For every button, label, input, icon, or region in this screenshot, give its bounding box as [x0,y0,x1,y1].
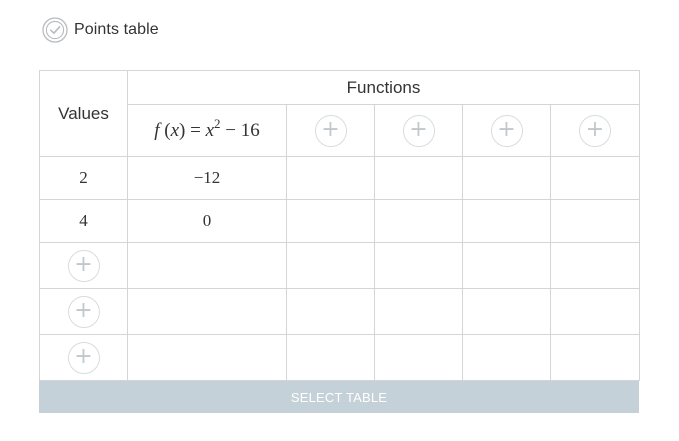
add-function-button[interactable]: + [490,114,523,147]
plus-icon: + [74,297,93,323]
empty-cell [374,288,463,335]
result-cell: −12 [127,156,287,200]
empty-cell [549,334,641,381]
value-cell[interactable]: 2 [39,156,128,200]
empty-cell [127,288,287,335]
functions-column-header: Functions [126,70,641,105]
value-cell[interactable]: 4 [39,199,128,243]
values-column-header: Values [39,70,128,157]
plus-icon: + [409,116,428,142]
empty-cell [549,288,641,335]
points-table: Values Functions f (x) = x2 − 16 + + + +… [39,70,641,381]
add-function-button[interactable]: + [402,114,435,147]
table-row: 4 0 [39,199,641,243]
add-function-cell: + [374,104,463,157]
function-expression: f (x) = x2 − 16 [154,115,260,141]
empty-cell [462,288,551,335]
table-row: + [39,242,641,289]
add-function-cell: + [462,104,551,157]
table-row: 2 −12 [39,156,641,200]
points-table-panel: Values Functions f (x) = x2 − 16 + + + +… [39,70,641,413]
add-function-cell: + [549,104,641,157]
add-value-button[interactable]: + [67,249,100,282]
add-value-cell: + [39,334,128,381]
empty-cell [286,334,375,381]
table-row: + [39,288,641,335]
result-cell: 0 [127,199,287,243]
empty-cell [374,199,463,243]
check-circle-icon[interactable] [42,17,68,43]
empty-cell [374,156,463,200]
add-function-button[interactable]: + [579,114,611,147]
empty-cell [462,334,551,381]
empty-cell [286,199,375,243]
add-value-button[interactable]: + [67,295,100,328]
empty-cell [462,199,551,243]
empty-cell [374,242,463,289]
empty-cell [127,242,287,289]
empty-cell [127,334,287,381]
points-table-header: Points table [42,16,159,44]
plus-icon: + [321,116,340,142]
page-title: Points table [74,21,159,38]
plus-icon: + [585,116,605,142]
plus-icon: + [74,251,93,277]
table-row: + [39,334,641,381]
empty-cell [286,288,375,335]
add-function-button[interactable]: + [314,114,347,147]
add-value-button[interactable]: + [67,341,100,374]
plus-icon: + [74,343,93,369]
empty-cell [374,334,463,381]
add-value-cell: + [39,288,128,335]
function-cell[interactable]: f (x) = x2 − 16 [127,104,287,157]
empty-cell [286,242,375,289]
empty-cell [549,242,641,289]
add-function-cell: + [286,104,375,157]
empty-cell [286,156,375,200]
select-table-button[interactable]: SELECT TABLE [39,381,639,413]
empty-cell [462,156,551,200]
empty-cell [462,242,551,289]
plus-icon: + [497,116,516,142]
empty-cell [549,199,641,243]
empty-cell [549,156,641,200]
add-value-cell: + [39,242,128,289]
